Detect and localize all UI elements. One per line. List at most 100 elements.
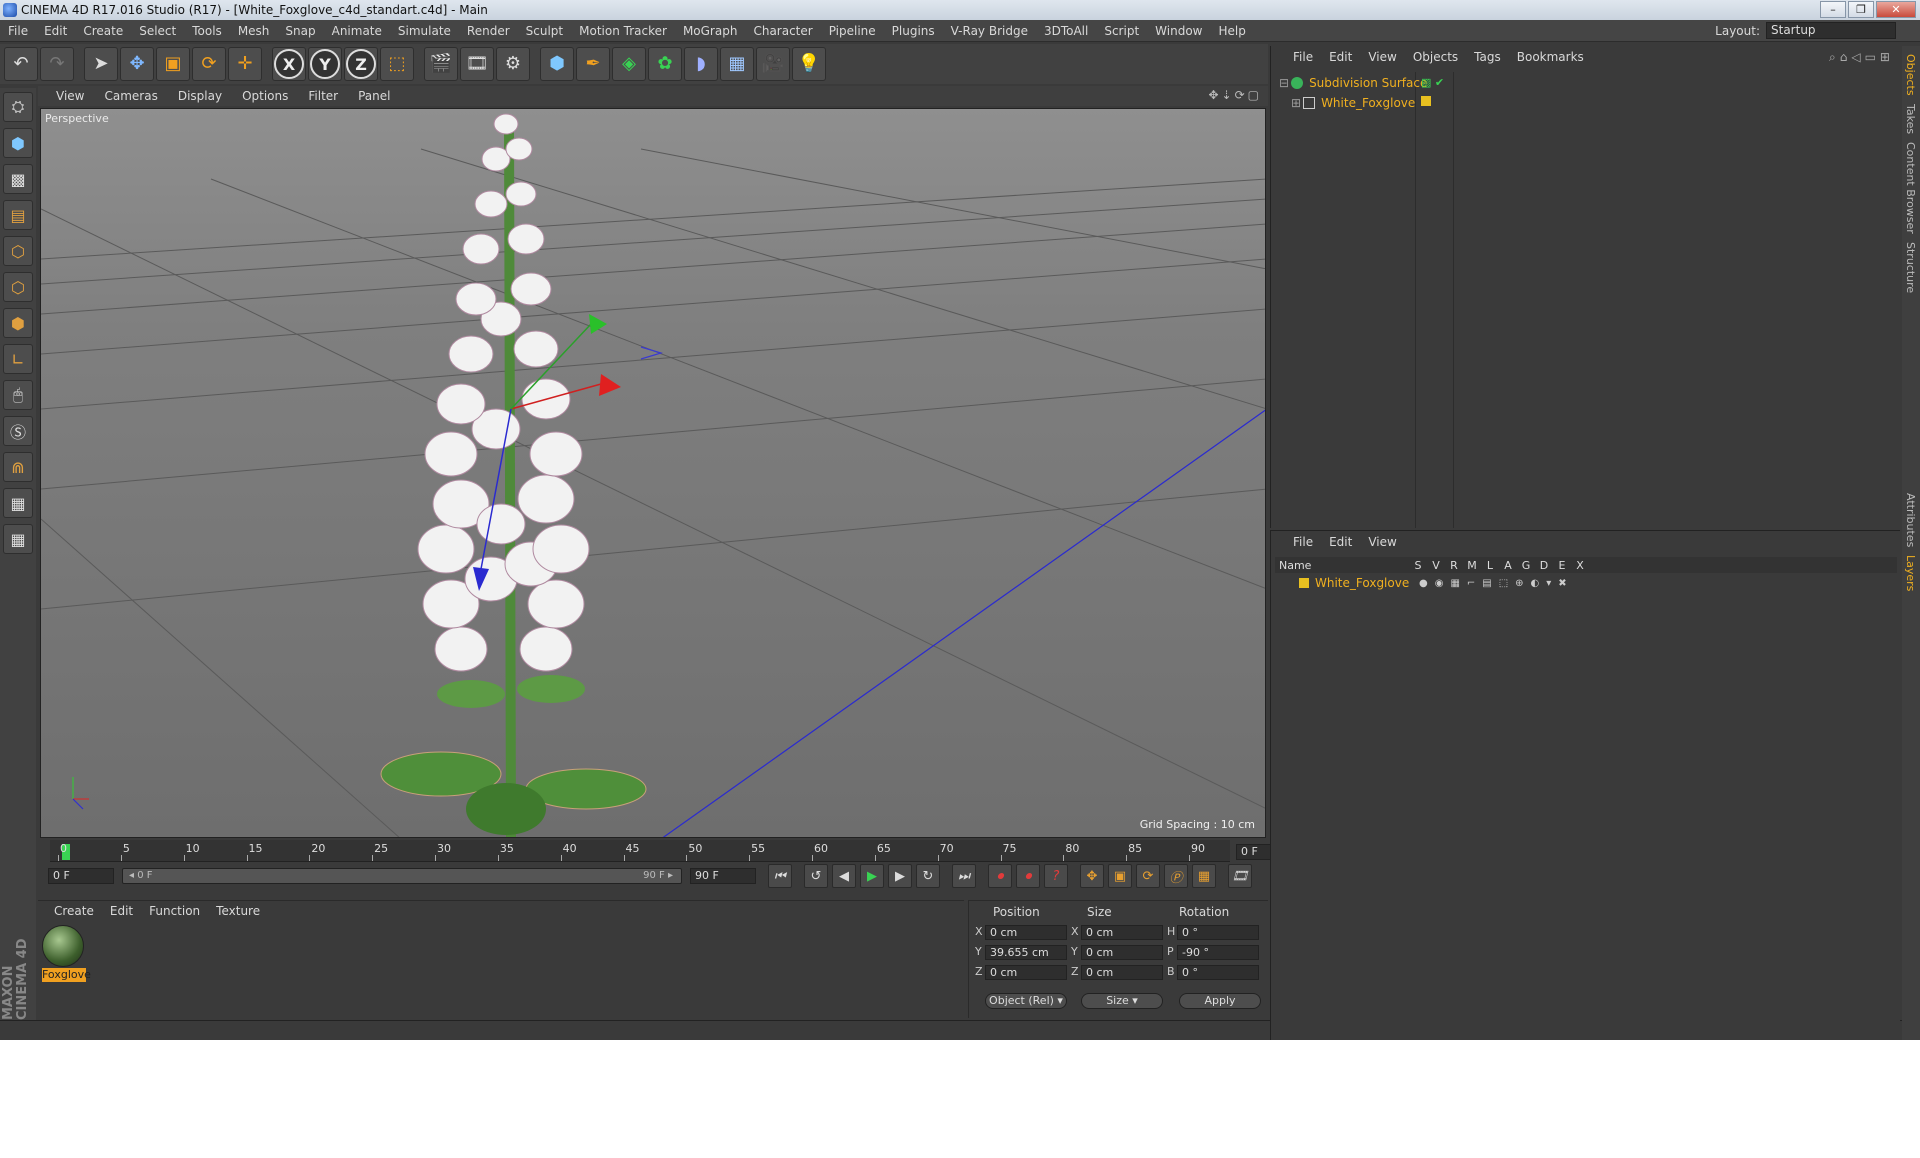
end-frame-field[interactable]: 90 F [690,868,756,884]
menu-window[interactable]: Window [1147,24,1210,38]
points-mode-button[interactable]: ⬡ [3,236,33,266]
render-settings-button[interactable]: ⚙ [496,47,530,81]
menu-plugins[interactable]: Plugins [884,24,943,38]
menu-create[interactable]: Create [75,24,131,38]
viewport-menu-filter[interactable]: Filter [298,89,348,103]
workplane-mode-button[interactable]: ▤ [3,200,33,230]
locked-workplane-button[interactable]: ▦ [3,488,33,518]
position-z-field[interactable]: 0 cm [985,965,1067,980]
menu-select[interactable]: Select [131,24,184,38]
om-menu-objects[interactable]: Objects [1405,50,1466,64]
rotate-tool-button[interactable]: ⟳ [192,47,226,81]
menu-mograph[interactable]: MoGraph [675,24,746,38]
viewport-menu-display[interactable]: Display [168,89,232,103]
menu-tools[interactable]: Tools [184,24,230,38]
menu-3dtoall[interactable]: 3DToAll [1036,24,1096,38]
om-menu-tags[interactable]: Tags [1466,50,1509,64]
layer-flag-icons[interactable]: ●◉▦⌐▤⬚⊕◐▾✖ [1419,578,1574,589]
object-manager-search-icons[interactable]: ⌕⌂◁▭⊞ [1829,50,1894,65]
cube-primitive-button[interactable]: ⬢ [540,47,574,81]
material-menu-function[interactable]: Function [141,904,208,918]
cloner-button[interactable]: ✿ [648,47,682,81]
material-menu-edit[interactable]: Edit [102,904,141,918]
start-frame-field[interactable]: 0 F [48,868,114,884]
menu-animate[interactable]: Animate [324,24,390,38]
om-menu-bookmarks[interactable]: Bookmarks [1509,50,1592,64]
object-row-subdivision[interactable]: ⊟ Subdivision Surface [1279,74,1427,92]
spline-pen-button[interactable]: ✒ [576,47,610,81]
size-y-field[interactable]: 0 cm [1081,945,1163,960]
timeline-window-button[interactable]: 🎞 [1228,864,1252,888]
move-tool-button[interactable]: ✥ [120,47,154,81]
polygons-mode-button[interactable]: ⬢ [3,308,33,338]
light-button[interactable]: 💡 [792,47,826,81]
menu-motion-tracker[interactable]: Motion Tracker [571,24,675,38]
floor-button[interactable]: ▦ [720,47,754,81]
menu-file[interactable]: File [0,24,36,38]
camera-button[interactable]: 🎥 [756,47,790,81]
axis-mode-button[interactable]: ∟ [3,344,33,374]
foxglove-layer-tag[interactable] [1421,96,1431,106]
menu-help[interactable]: Help [1210,24,1253,38]
live-selection-button[interactable]: ➤ [84,47,118,81]
autokeying-button[interactable]: ⏺ [1016,864,1040,888]
lm-menu-view[interactable]: View [1360,535,1404,549]
object-row-white-foxglove[interactable]: ⊞ White_Foxglove [1291,94,1415,112]
menu-pipeline[interactable]: Pipeline [821,24,884,38]
tab-objects[interactable]: Objects [1904,54,1917,96]
coordinate-mode-dropdown[interactable]: Object (Rel) ▾ [985,993,1067,1009]
texture-mode-button[interactable]: ▩ [3,164,33,194]
om-menu-view[interactable]: View [1360,50,1404,64]
layout-dropdown[interactable]: Startup [1766,22,1896,39]
record-keys-button[interactable]: ⏺ [988,864,1012,888]
lm-menu-edit[interactable]: Edit [1321,535,1360,549]
key-parameter-button[interactable]: Ⓟ [1164,864,1188,888]
key-pla-button[interactable]: ▦ [1192,864,1216,888]
material-menu-create[interactable]: Create [46,904,102,918]
next-key-button[interactable]: ↻ [916,864,940,888]
material-menu-texture[interactable]: Texture [208,904,268,918]
rotation-p-field[interactable]: -90 ° [1177,945,1259,960]
frame-range-slider[interactable]: ◂ 0 F 90 F ▸ [122,868,682,884]
position-y-field[interactable]: 39.655 cm [985,945,1067,960]
menu-character[interactable]: Character [745,24,820,38]
keyframe-selection-button[interactable]: ? [1044,864,1068,888]
tab-attributes[interactable]: Attributes [1904,493,1917,547]
size-z-field[interactable]: 0 cm [1081,965,1163,980]
deformer-button[interactable]: ◗ [684,47,718,81]
prev-key-button[interactable]: ↺ [804,864,828,888]
render-picture-viewer-button[interactable]: 🎞 [460,47,494,81]
menu-simulate[interactable]: Simulate [390,24,459,38]
viewport-nav-icons[interactable]: ✥⇣⟳▢ [1208,88,1262,102]
tab-content-browser[interactable]: Content Browser [1904,142,1917,234]
maximize-button[interactable]: ❐ [1848,1,1874,18]
make-editable-button[interactable]: ⛭ [3,92,33,122]
planar-workplane-button[interactable]: ▦ [3,524,33,554]
position-x-field[interactable]: 0 cm [985,925,1067,940]
tab-takes[interactable]: Takes [1904,104,1917,134]
viewport-menu-panel[interactable]: Panel [348,89,400,103]
timeline-ruler[interactable]: 0 5 10 15 20 25 30 35 40 45 50 55 60 65 70 75 80 85 90 [50,840,1230,862]
model-mode-button[interactable]: ⬢ [3,128,33,158]
subdivision-surface-button[interactable]: ◈ [612,47,646,81]
size-x-field[interactable]: 0 cm [1081,925,1163,940]
om-menu-edit[interactable]: Edit [1321,50,1360,64]
scale-tool-button[interactable]: ▣ [156,47,190,81]
prev-frame-button[interactable]: ◀ [832,864,856,888]
snap-button[interactable]: ⋒ [3,452,33,482]
menu-edit[interactable]: Edit [36,24,75,38]
lm-menu-file[interactable]: File [1285,535,1321,549]
play-button[interactable]: ▶ [860,864,884,888]
viewport-menu-options[interactable]: Options [232,89,298,103]
om-menu-file[interactable]: File [1285,50,1321,64]
key-rotation-button[interactable]: ⟳ [1136,864,1160,888]
menu-mesh[interactable]: Mesh [230,24,278,38]
menu-sculpt[interactable]: Sculpt [518,24,571,38]
key-position-button[interactable]: ✥ [1080,864,1104,888]
material-swatch[interactable]: Foxglove [42,925,91,982]
y-axis-lock-button[interactable]: Y [308,47,342,81]
rotation-h-field[interactable]: 0 ° [1177,925,1259,940]
viewport-menu-view[interactable]: View [46,89,94,103]
size-mode-dropdown[interactable]: Size ▾ [1081,993,1163,1009]
solo-mode-button[interactable]: Ⓢ [3,416,33,446]
